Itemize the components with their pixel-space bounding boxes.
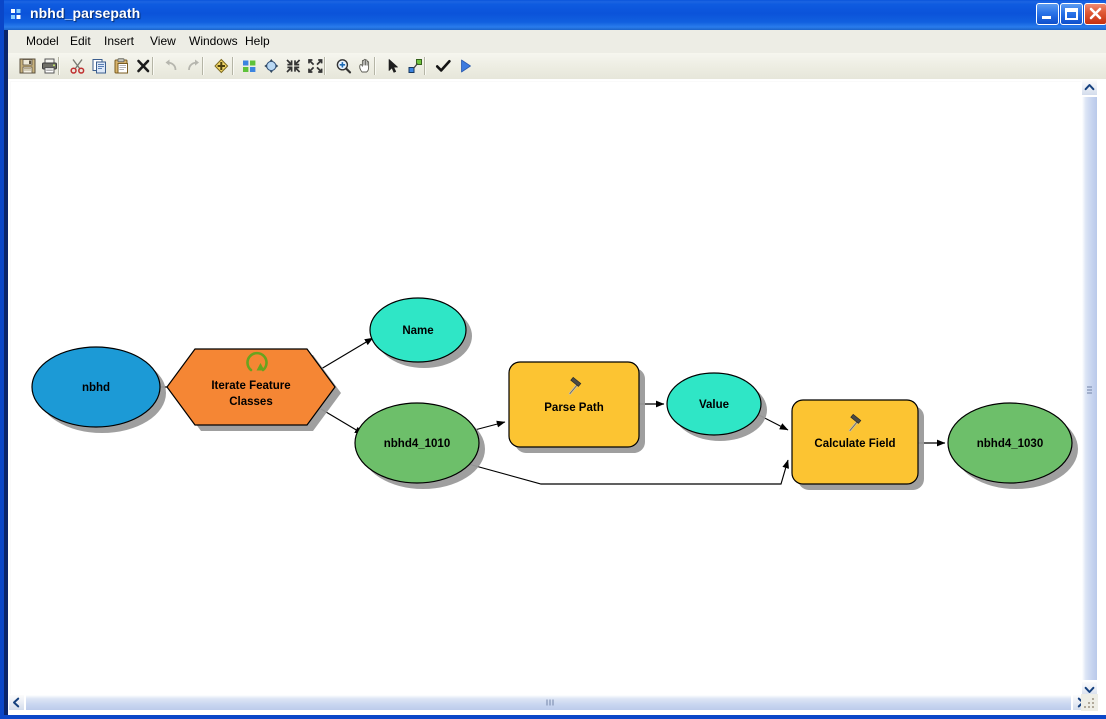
toolbar-separator (232, 57, 234, 75)
modelbuilder-icon (10, 7, 26, 23)
run-button[interactable] (454, 55, 477, 77)
menu-item-edit[interactable]: Edit (64, 33, 97, 50)
toolbar-separator (152, 57, 154, 75)
undo-button[interactable] (160, 55, 183, 77)
connector-iterate-to-name (320, 337, 374, 370)
paste-button[interactable] (110, 55, 133, 77)
node-parse-path[interactable]: Parse Path (508, 361, 640, 448)
toolbar-separator (374, 57, 376, 75)
menu-item-windows[interactable]: Windows (183, 33, 244, 50)
vertical-scrollbar[interactable] (1081, 79, 1098, 698)
resize-grip[interactable] (1081, 694, 1098, 711)
validate-button[interactable] (432, 55, 455, 77)
menu-item-view[interactable]: View (144, 33, 182, 50)
model-canvas-container: nbhd Iterate Feature Classes Name nbhd4_… (8, 79, 1106, 715)
window-title: nbhd_parsepath (30, 5, 141, 21)
node-value-label: Value (699, 399, 729, 411)
select-button[interactable] (382, 55, 405, 77)
connector-nbhd4-1010-to-calculate-field (460, 459, 789, 485)
close-button[interactable] (1084, 3, 1106, 25)
node-value[interactable]: Value (666, 372, 762, 436)
scroll-left-arrow[interactable] (8, 694, 25, 711)
menu-item-insert[interactable]: Insert (98, 33, 140, 50)
node-calculate-field[interactable]: Calculate Field (791, 399, 919, 485)
modelbuilder-window: nbhd_parsepath Model Edit Insert View Wi… (0, 0, 1106, 719)
copy-button[interactable] (88, 55, 111, 77)
node-parse-path-label: Parse Path (544, 402, 603, 414)
maximize-button[interactable] (1060, 3, 1083, 25)
scroll-up-arrow[interactable] (1081, 79, 1098, 96)
title-bar[interactable]: nbhd_parsepath (4, 0, 1106, 30)
zoom-to-fit-button[interactable] (282, 55, 305, 77)
toolbar-separator (202, 57, 204, 75)
toolbar-separator (424, 57, 426, 75)
auto-layout-button[interactable] (238, 55, 261, 77)
node-name-label: Name (402, 325, 433, 337)
model-canvas[interactable]: nbhd Iterate Feature Classes Name nbhd4_… (10, 81, 1089, 696)
node-iterate-feature-classes[interactable]: Iterate Feature Classes (166, 348, 336, 426)
zoom-in-button[interactable] (332, 55, 355, 77)
toolbar-separator (324, 57, 326, 75)
node-nbhd-label: nbhd (82, 382, 110, 394)
toolbar-separator (58, 57, 60, 75)
toolbar (8, 53, 1106, 80)
full-extent-button[interactable] (260, 55, 283, 77)
vertical-scroll-thumb[interactable] (1081, 96, 1098, 681)
cut-button[interactable] (66, 55, 89, 77)
menu-item-help[interactable]: Help (239, 33, 276, 50)
horizontal-scrollbar[interactable] (8, 694, 1089, 711)
node-nbhd4-1030[interactable]: nbhd4_1030 (947, 402, 1073, 484)
node-nbhd[interactable]: nbhd (31, 346, 161, 428)
node-nbhd4-1010[interactable]: nbhd4_1010 (354, 402, 480, 484)
node-name[interactable]: Name (369, 297, 467, 363)
node-iterate-feature-classes-label-line1: Iterate Feature (211, 380, 290, 392)
menu-bar: Model Edit Insert View Windows Help (8, 30, 1106, 54)
node-iterate-feature-classes-label-line2: Classes (229, 396, 272, 408)
node-nbhd4-1010-label: nbhd4_1010 (384, 438, 450, 450)
add-data-button[interactable] (210, 55, 233, 77)
menu-item-model[interactable]: Model (20, 33, 65, 50)
node-calculate-field-label: Calculate Field (814, 438, 895, 450)
horizontal-scroll-thumb[interactable] (25, 694, 1072, 711)
minimize-button[interactable] (1036, 3, 1059, 25)
save-button[interactable] (16, 55, 39, 77)
connector-iterate-to-nbhd4-1010 (320, 408, 364, 435)
node-nbhd4-1030-label: nbhd4_1030 (977, 438, 1043, 450)
